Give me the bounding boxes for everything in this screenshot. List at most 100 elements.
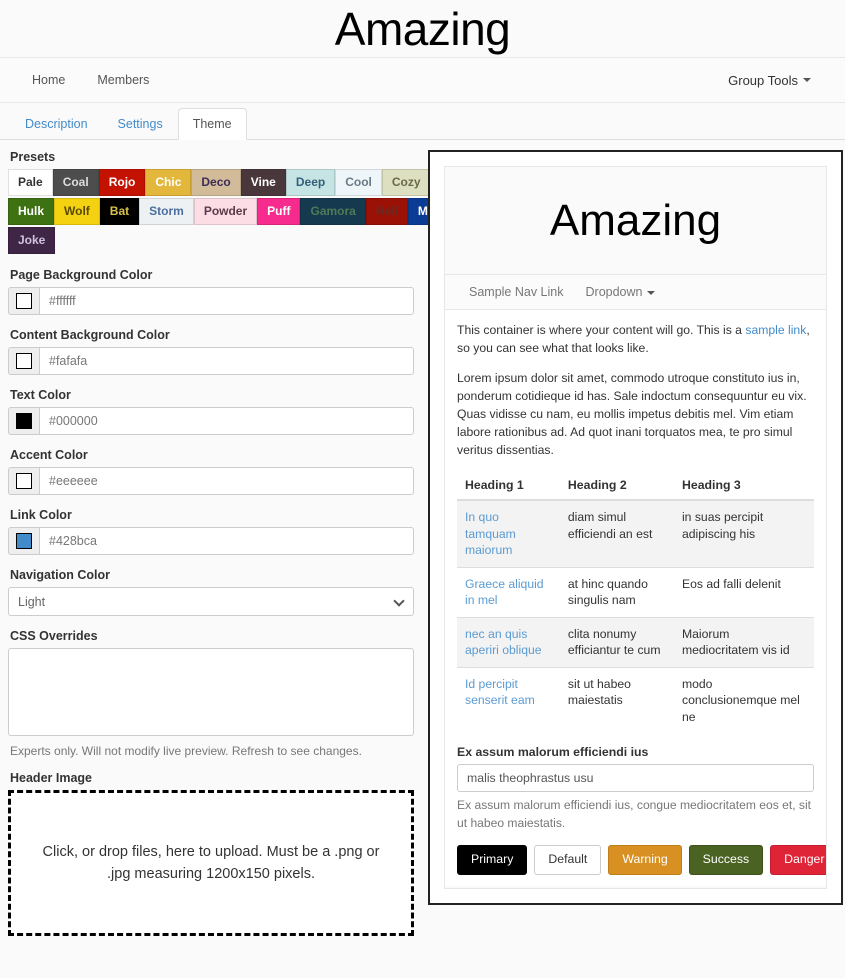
preview-title: Amazing [549, 195, 722, 245]
preview-form-label: Ex assum malorum efficiendi ius [457, 745, 649, 760]
preview-button-default[interactable]: Default [534, 845, 602, 876]
sample-link[interactable]: sample link [745, 323, 806, 337]
preview-nav: Sample Nav Link Dropdown [445, 274, 826, 310]
group-tools-dropdown[interactable]: Group Tools [728, 73, 827, 88]
presets-section: Presets Pale Coal Rojo Chic Deco Vine Deep Cool… [8, 150, 466, 254]
top-nav-link-home[interactable]: Home [18, 67, 79, 93]
preset-button-gamora[interactable]: Gamora [300, 198, 366, 225]
preview-page: Amazing Sample Nav Link Dropdown This con… [444, 166, 827, 889]
color-swatch-icon [16, 473, 32, 489]
preview-lorem-paragraph: Lorem ipsum dolor sit amet, commodo utro… [457, 371, 807, 458]
content-background-color-section: Content Background Color [8, 328, 414, 375]
intro-text-before: This container is where your content wil… [457, 323, 746, 337]
table-row: nec an quis aperiri oblique clita nonumy … [457, 616, 814, 668]
table-column-header: Heading 3 [673, 471, 814, 502]
preview-banner: Amazing [445, 167, 826, 274]
text-color-input[interactable] [39, 407, 414, 435]
presets-label: Presets [10, 150, 56, 164]
preset-button-storm[interactable]: Storm [139, 198, 194, 225]
page-background-color-input[interactable] [39, 287, 414, 315]
preset-button-rojo[interactable]: Rojo [98, 169, 146, 196]
top-nav-links: Home Members [18, 67, 163, 93]
preset-button-wolf[interactable]: Wolf [54, 198, 100, 225]
preview-text-input[interactable] [457, 764, 814, 793]
live-preview-frame: Amazing Sample Nav Link Dropdown This con… [428, 150, 843, 905]
preset-button-deco[interactable]: Deco [191, 169, 241, 196]
content-background-color-input[interactable] [39, 347, 414, 375]
navigation-color-select[interactable]: Light [8, 587, 414, 616]
text-color-input-group [8, 407, 414, 435]
accent-color-label: Accent Color [10, 448, 88, 462]
table-cell-link[interactable]: Graece aliquid in mel [457, 566, 560, 618]
preset-button-joke[interactable]: Joke [8, 227, 56, 254]
color-swatch-icon [16, 293, 32, 309]
tab-theme[interactable]: Theme [177, 107, 247, 140]
accent-color-section: Accent Color [8, 448, 414, 495]
link-color-section: Link Color [8, 508, 414, 555]
table-row: Id percipit senserit eam sit ut habeo mai… [457, 666, 814, 734]
preview-body: This container is where your content wil… [445, 310, 826, 886]
link-color-label: Link Color [10, 508, 72, 522]
tab-bar: Description Settings Theme [0, 103, 845, 140]
table-cell: diam simul efficiendi an est [559, 499, 674, 568]
preset-button-cozy[interactable]: Cozy [381, 169, 431, 196]
accent-color-input[interactable] [39, 467, 414, 495]
preview-button-warning[interactable]: Warning [608, 845, 682, 876]
tab-description[interactable]: Description [10, 108, 103, 140]
top-nav-link-members[interactable]: Members [83, 67, 163, 93]
preview-nav-dropdown[interactable]: Dropdown [586, 285, 656, 299]
link-color-swatch-button[interactable] [8, 527, 39, 555]
link-color-input[interactable] [39, 527, 414, 555]
header-image-label: Header Image [10, 771, 92, 785]
table-row: Graece aliquid in mel at hinc quando sing… [457, 566, 814, 618]
preset-button-hell[interactable]: Hell [365, 198, 408, 225]
table-cell-link[interactable]: nec an quis aperiri oblique [457, 616, 560, 668]
text-color-swatch-button[interactable] [8, 407, 39, 435]
css-overrides-label: CSS Overrides [10, 629, 98, 643]
accent-color-swatch-button[interactable] [8, 467, 39, 495]
preview-button-row: PrimaryDefaultWarningSuccessDangerInfo [457, 845, 826, 876]
preset-button-pale[interactable]: Pale [8, 169, 53, 196]
table-cell-link[interactable]: Id percipit senserit eam [457, 666, 560, 734]
table-body: In quo tamquam maiorum diam simul efficie… [457, 499, 814, 734]
preset-button-vine[interactable]: Vine [240, 169, 286, 196]
chevron-down-icon [803, 78, 811, 82]
tab-settings[interactable]: Settings [103, 108, 178, 140]
preset-button-puff[interactable]: Puff [257, 198, 301, 225]
table-head: Heading 1 Heading 2 Heading 3 [457, 471, 814, 502]
preview-button-danger[interactable]: Danger [770, 845, 826, 876]
preview-button-primary[interactable]: Primary [457, 845, 528, 876]
header-image-dropzone[interactable]: Click, or drop files, here to upload. Mu… [8, 790, 414, 936]
preset-button-hulk[interactable]: Hulk [8, 198, 55, 225]
preset-button-bat[interactable]: Bat [99, 198, 140, 225]
css-overrides-section: CSS Overrides Experts only. Will not mod… [8, 629, 414, 758]
link-color-input-group [8, 527, 414, 555]
color-swatch-icon [16, 533, 32, 549]
table-cell-link[interactable]: In quo tamquam maiorum [457, 499, 560, 568]
table-row: In quo tamquam maiorum diam simul efficie… [457, 499, 814, 568]
accent-color-input-group [8, 467, 414, 495]
css-overrides-textarea[interactable] [8, 648, 414, 736]
preset-button-cool[interactable]: Cool [335, 169, 382, 196]
table-column-header: Heading 2 [559, 471, 674, 502]
preview-form-help: Ex assum malorum efficiendi ius, congue … [457, 798, 812, 830]
table-column-header: Heading 1 [457, 471, 560, 502]
table-cell: in suas percipit adipiscing his [673, 499, 814, 568]
color-fields: Page Background Color Content Background … [8, 268, 414, 555]
group-tools-label: Group Tools [728, 72, 798, 88]
preset-button-powder[interactable]: Powder [193, 198, 258, 225]
chevron-down-icon [393, 595, 405, 607]
preview-nav-sample-nav-link[interactable]: Sample Nav Link [469, 285, 564, 299]
navigation-color-value: Light [18, 594, 46, 609]
navigation-color-section: Navigation Color Light [8, 568, 414, 616]
preview-button-success[interactable]: Success [688, 845, 764, 876]
preset-button-coal[interactable]: Coal [52, 169, 99, 196]
header-image-section: Header Image Click, or drop files, here … [8, 771, 414, 936]
dropzone-text: Click, or drop files, here to upload. Mu… [42, 843, 380, 882]
preset-button-chic[interactable]: Chic [145, 169, 192, 196]
page-background-color-input-group [8, 287, 414, 315]
page-background-color-swatch-button[interactable] [8, 287, 39, 315]
table-header-row: Heading 1 Heading 2 Heading 3 [457, 471, 814, 502]
content-background-color-swatch-button[interactable] [8, 347, 39, 375]
preset-button-deep[interactable]: Deep [285, 169, 336, 196]
